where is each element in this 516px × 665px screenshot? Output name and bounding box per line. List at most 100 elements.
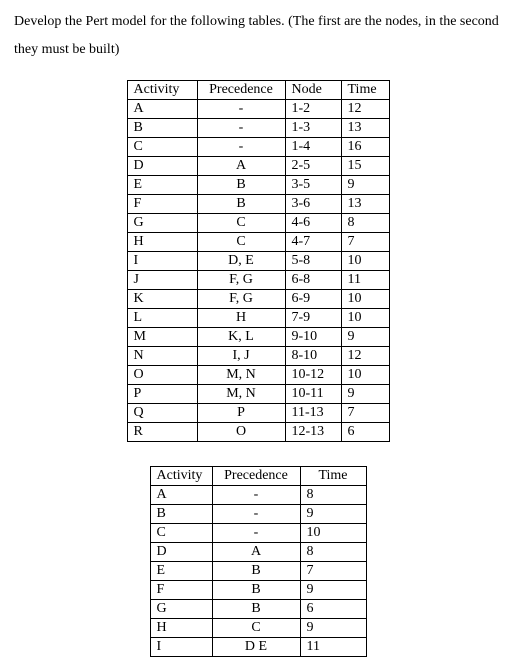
cell-time: 9	[341, 176, 389, 195]
table-row: DA8	[150, 543, 366, 562]
instruction-text: Develop the Pert model for the following…	[14, 8, 502, 64]
cell-time: 9	[300, 581, 366, 600]
cell-node: 3-6	[285, 195, 341, 214]
cell-node: 8-10	[285, 347, 341, 366]
header-time: Time	[341, 81, 389, 100]
cell-activity: R	[127, 423, 197, 442]
cell-time: 11	[300, 638, 366, 657]
cell-time: 13	[341, 195, 389, 214]
cell-precedence: A	[212, 543, 300, 562]
cell-activity: Q	[127, 404, 197, 423]
cell-precedence: B	[212, 562, 300, 581]
table-row: LH7-910	[127, 309, 389, 328]
header-precedence: Precedence	[197, 81, 285, 100]
cell-precedence: D E	[212, 638, 300, 657]
cell-precedence: -	[212, 486, 300, 505]
cell-precedence: B	[212, 600, 300, 619]
table-row: RO12-136	[127, 423, 389, 442]
cell-activity: L	[127, 309, 197, 328]
cell-node: 2-5	[285, 157, 341, 176]
cell-precedence: A	[197, 157, 285, 176]
table-row: PM, N10-119	[127, 385, 389, 404]
cell-precedence: K, L	[197, 328, 285, 347]
cell-activity: A	[127, 100, 197, 119]
cell-time: 10	[341, 290, 389, 309]
pert-table-2: Activity Precedence Time A-8B-9C-10DA8EB…	[150, 466, 367, 657]
header-time: Time	[300, 467, 366, 486]
table-row: A-1-212	[127, 100, 389, 119]
cell-activity: H	[127, 233, 197, 252]
table-row: B-9	[150, 505, 366, 524]
cell-node: 7-9	[285, 309, 341, 328]
cell-activity: N	[127, 347, 197, 366]
cell-precedence: D, E	[197, 252, 285, 271]
cell-activity: F	[150, 581, 212, 600]
cell-precedence: F, G	[197, 271, 285, 290]
table-row: OM, N10-1210	[127, 366, 389, 385]
cell-precedence: C	[212, 619, 300, 638]
cell-time: 13	[341, 119, 389, 138]
cell-time: 10	[341, 252, 389, 271]
table-row: EB7	[150, 562, 366, 581]
cell-time: 10	[341, 309, 389, 328]
cell-time: 6	[341, 423, 389, 442]
tables-container: Activity Precedence Node Time A-1-212B-1…	[14, 80, 502, 657]
table-row: GB6	[150, 600, 366, 619]
cell-time: 8	[341, 214, 389, 233]
cell-precedence: C	[197, 233, 285, 252]
header-activity: Activity	[127, 81, 197, 100]
table-row: HC4-77	[127, 233, 389, 252]
cell-precedence: -	[197, 100, 285, 119]
cell-activity: C	[150, 524, 212, 543]
cell-node: 3-5	[285, 176, 341, 195]
cell-time: 9	[300, 505, 366, 524]
cell-precedence: C	[197, 214, 285, 233]
table-row: KF, G6-910	[127, 290, 389, 309]
cell-activity: D	[150, 543, 212, 562]
cell-time: 7	[341, 233, 389, 252]
table-row: A-8	[150, 486, 366, 505]
table-row: DA2-515	[127, 157, 389, 176]
table-row: NI, J8-1012	[127, 347, 389, 366]
cell-precedence: -	[197, 138, 285, 157]
cell-activity: A	[150, 486, 212, 505]
cell-precedence: P	[197, 404, 285, 423]
cell-activity: K	[127, 290, 197, 309]
cell-activity: J	[127, 271, 197, 290]
cell-time: 8	[300, 486, 366, 505]
cell-time: 9	[300, 619, 366, 638]
cell-time: 9	[341, 328, 389, 347]
table-header-row: Activity Precedence Node Time	[127, 81, 389, 100]
cell-activity: M	[127, 328, 197, 347]
table-row: JF, G6-811	[127, 271, 389, 290]
cell-node: 4-7	[285, 233, 341, 252]
cell-precedence: M, N	[197, 366, 285, 385]
cell-precedence: O	[197, 423, 285, 442]
cell-precedence: I, J	[197, 347, 285, 366]
table-row: C-1-416	[127, 138, 389, 157]
cell-time: 11	[341, 271, 389, 290]
table-row: QP11-137	[127, 404, 389, 423]
table-row: C-10	[150, 524, 366, 543]
cell-activity: P	[127, 385, 197, 404]
cell-time: 12	[341, 100, 389, 119]
table-row: B-1-313	[127, 119, 389, 138]
cell-node: 11-13	[285, 404, 341, 423]
cell-activity: I	[127, 252, 197, 271]
table-row: HC9	[150, 619, 366, 638]
cell-time: 10	[300, 524, 366, 543]
cell-activity: O	[127, 366, 197, 385]
cell-time: 9	[341, 385, 389, 404]
cell-node: 12-13	[285, 423, 341, 442]
cell-precedence: B	[197, 176, 285, 195]
cell-node: 4-6	[285, 214, 341, 233]
header-precedence: Precedence	[212, 467, 300, 486]
cell-node: 1-3	[285, 119, 341, 138]
cell-precedence: -	[197, 119, 285, 138]
cell-precedence: B	[212, 581, 300, 600]
cell-node: 6-9	[285, 290, 341, 309]
cell-time: 6	[300, 600, 366, 619]
table-row: ID, E5-810	[127, 252, 389, 271]
cell-time: 15	[341, 157, 389, 176]
cell-time: 8	[300, 543, 366, 562]
